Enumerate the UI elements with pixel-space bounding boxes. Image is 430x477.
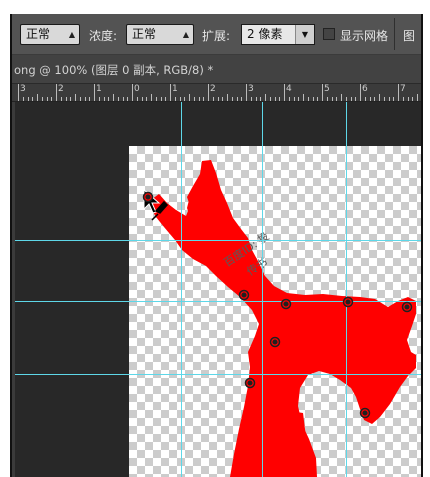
photoshop-window: 正常 ▲ 浓度: 正常 ▲ 扩展: 2 像素 ▼ 显示网格 图 ong @ 10… [10,14,423,477]
guide-horizontal[interactable] [15,374,421,375]
guide-horizontal[interactable] [15,301,421,302]
guide-vertical[interactable] [346,102,347,477]
red-silhouette-shape[interactable] [148,160,416,477]
guide-vertical[interactable] [262,102,263,477]
ruler-tick [422,97,423,101]
guide-vertical[interactable] [181,102,182,477]
canvas-artwork[interactable]: 百度ID: 投 传书 [12,14,421,477]
guide-horizontal[interactable] [15,240,421,241]
